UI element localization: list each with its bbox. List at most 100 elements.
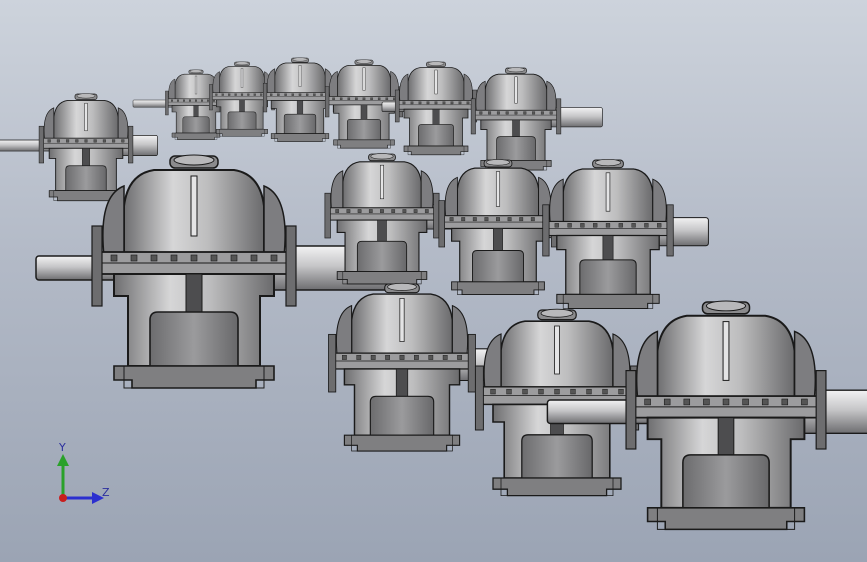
housing-rib bbox=[399, 298, 405, 342]
flange-bolt bbox=[781, 398, 789, 406]
right-lobe bbox=[117, 107, 129, 141]
gearbox-group bbox=[0, 57, 867, 531]
mounting-foot bbox=[333, 139, 395, 149]
y-axis-label: Y bbox=[58, 441, 66, 454]
gearbox-11[interactable] bbox=[542, 159, 709, 309]
flange-bolt bbox=[210, 254, 218, 262]
base-window bbox=[579, 259, 637, 295]
flange-bolt bbox=[722, 398, 730, 406]
flange-bolt bbox=[93, 139, 97, 143]
flange-bolt bbox=[320, 93, 323, 96]
right-lobe bbox=[652, 178, 667, 225]
flange-bolt bbox=[270, 93, 273, 96]
mounting-foot bbox=[646, 507, 806, 531]
flange-bolt bbox=[228, 93, 231, 96]
flange-bolt bbox=[580, 223, 585, 228]
flange-bolt bbox=[112, 139, 116, 143]
flange-bolt bbox=[130, 254, 138, 262]
flange-bolt bbox=[402, 101, 406, 105]
left-lobe bbox=[549, 178, 564, 225]
base-window bbox=[149, 311, 239, 367]
flange-bolt bbox=[523, 111, 527, 115]
right-bearing-cover bbox=[467, 333, 476, 393]
housing-rib bbox=[362, 67, 366, 91]
flange-bolt bbox=[47, 139, 51, 143]
flange-bolt bbox=[538, 388, 544, 395]
left-bearing-cover bbox=[325, 86, 330, 118]
flange-bolt bbox=[490, 388, 496, 395]
flange-bolt bbox=[522, 388, 528, 395]
housing-rib bbox=[380, 164, 384, 200]
flange-bolt bbox=[618, 223, 623, 228]
flange-bolt bbox=[171, 99, 173, 102]
flange-bolt bbox=[428, 355, 434, 360]
flange-bolt bbox=[189, 99, 191, 102]
flange-bolt bbox=[472, 217, 477, 222]
base-window bbox=[65, 165, 107, 191]
flange-bolt bbox=[458, 101, 462, 105]
housing-rib bbox=[84, 102, 88, 132]
flange-bolt bbox=[346, 209, 351, 213]
left-lobe bbox=[43, 107, 55, 141]
left-bearing-cover bbox=[263, 82, 268, 113]
left-bearing-cover bbox=[91, 225, 103, 307]
left-bearing-cover bbox=[542, 204, 550, 257]
top-cap bbox=[173, 154, 215, 166]
gearbox-6[interactable] bbox=[470, 67, 603, 171]
mounting-foot bbox=[556, 293, 660, 309]
flange-bolt bbox=[570, 388, 576, 395]
flange-bolt bbox=[370, 97, 373, 101]
base-window bbox=[496, 136, 536, 161]
right-bearing-cover bbox=[815, 370, 827, 450]
flange-bolt bbox=[554, 223, 559, 228]
right-bearing-cover bbox=[128, 125, 134, 164]
base-window bbox=[346, 118, 382, 141]
flange-bolt bbox=[380, 209, 384, 213]
flange-bolt bbox=[385, 355, 390, 360]
mounting-foot bbox=[113, 365, 275, 389]
flange-bolt bbox=[250, 254, 258, 262]
flange-bolt bbox=[657, 223, 662, 228]
mounting-foot bbox=[492, 477, 622, 497]
housing-rib bbox=[554, 325, 560, 375]
flange-bolt bbox=[357, 209, 362, 213]
top-cap bbox=[292, 57, 308, 62]
flange-bolt bbox=[413, 209, 418, 213]
flange-bolt bbox=[355, 97, 358, 101]
flange-bolt bbox=[506, 388, 512, 395]
flange-bolt bbox=[418, 101, 422, 105]
flange-bolt bbox=[742, 398, 749, 406]
flange-bolt bbox=[466, 101, 470, 105]
flange-bolt bbox=[631, 223, 636, 228]
flange-bolt bbox=[399, 355, 405, 360]
flange-bolt bbox=[567, 223, 572, 228]
flange-bolt bbox=[519, 217, 524, 222]
left-lobe bbox=[483, 333, 502, 391]
flange-bolt bbox=[488, 111, 492, 115]
top-cap bbox=[594, 159, 622, 167]
flange-bolt bbox=[377, 97, 381, 101]
graphics-viewport[interactable]: Y Z bbox=[0, 0, 867, 562]
flange-bolt bbox=[410, 101, 414, 105]
mounting-foot bbox=[451, 281, 545, 296]
flange-bolt bbox=[683, 398, 691, 406]
flange-bolt bbox=[457, 355, 462, 360]
gearbox-assembly-scene[interactable] bbox=[0, 0, 867, 562]
mounting-foot bbox=[403, 145, 469, 156]
flange-bolt bbox=[253, 93, 256, 96]
housing-rib bbox=[190, 175, 198, 237]
right-bearing-cover bbox=[666, 204, 674, 257]
right-bearing-cover bbox=[285, 225, 297, 307]
mounting-foot bbox=[343, 434, 461, 452]
gearbox-5[interactable] bbox=[381, 61, 478, 156]
flange-bolt bbox=[505, 111, 509, 115]
base-window bbox=[356, 240, 408, 273]
flange-bolt bbox=[298, 93, 302, 96]
housing-rib bbox=[514, 76, 518, 104]
flange-bolt bbox=[554, 388, 560, 395]
left-bearing-cover bbox=[474, 365, 484, 431]
top-cap bbox=[370, 153, 394, 160]
flange-bolt bbox=[221, 93, 224, 96]
top-cap bbox=[387, 282, 417, 291]
right-lobe bbox=[463, 73, 473, 103]
